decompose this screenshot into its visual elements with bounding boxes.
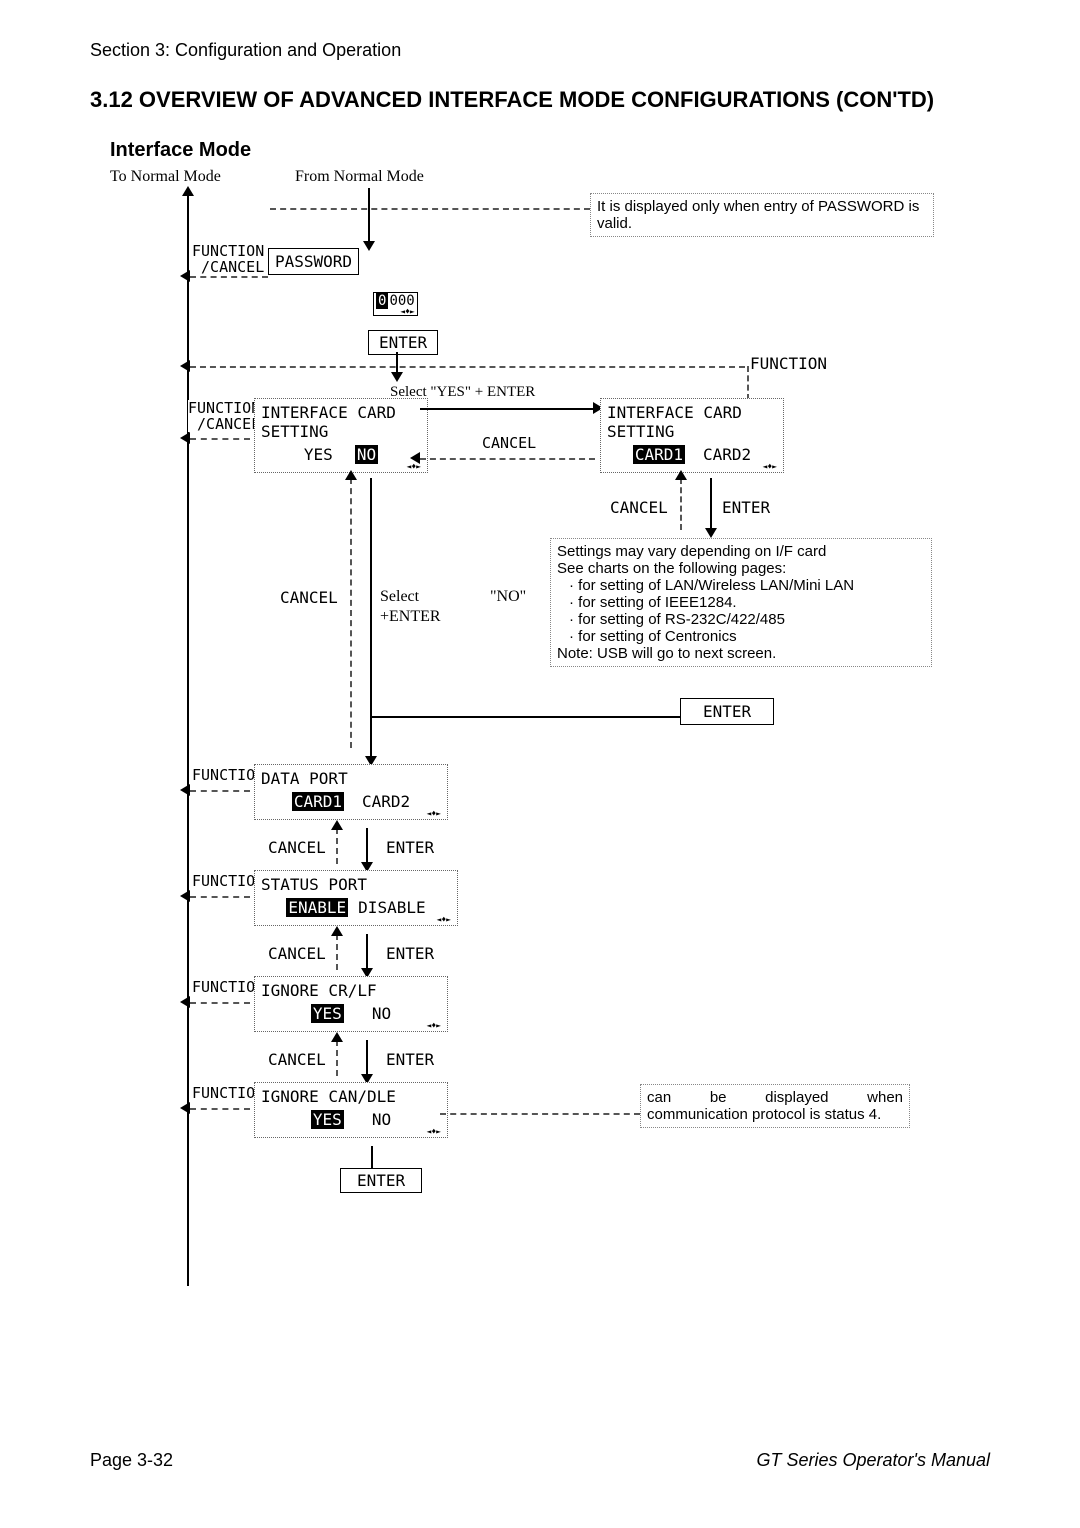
select-label: Select bbox=[380, 588, 419, 606]
can-dle-note: can be displayed when communication prot… bbox=[640, 1084, 910, 1128]
enter-label-r1: ENTER bbox=[722, 498, 770, 517]
zeros-box: 0000 ◄♦► bbox=[373, 292, 418, 316]
to-normal-label: To Normal Mode bbox=[110, 168, 221, 186]
enter-lbl-cr: ENTER bbox=[386, 1050, 434, 1069]
ignore-candle-box: IGNORE CAN/DLE YES NO ◄♦► bbox=[254, 1082, 448, 1138]
footer: Page 3-32 GT Series Operator's Manual bbox=[90, 1450, 990, 1471]
iface-left-box: INTERFACE CARD SETTING YES NO ◄♦► bbox=[254, 398, 428, 473]
iface-right-box: INTERFACE CARD SETTING CARD1 CARD2 ◄♦► bbox=[600, 398, 784, 473]
manual-name: GT Series Operator's Manual bbox=[756, 1450, 990, 1471]
func-cancel-label-2: FUNCTION /CANCEL bbox=[188, 400, 260, 432]
function-label-1: FUNCTION bbox=[750, 354, 827, 373]
cancel-label-r1: CANCEL bbox=[610, 498, 668, 517]
no-quoted-label: "NO" bbox=[490, 588, 526, 606]
enter-box-3: ENTER bbox=[340, 1168, 422, 1193]
enter-lbl-sp: ENTER bbox=[386, 944, 434, 963]
from-normal-label: From Normal Mode bbox=[295, 168, 424, 186]
plus-enter-label: +ENTER bbox=[380, 608, 441, 626]
enter-box-1: ENTER bbox=[368, 330, 438, 355]
ignore-crlf-box: IGNORE CR/LF YES NO ◄♦► bbox=[254, 976, 448, 1032]
password-box: PASSWORD bbox=[268, 248, 359, 275]
data-port-box: DATA PORT CARD1 CARD2 ◄♦► bbox=[254, 764, 448, 820]
func-cancel-label-1: FUNCTION /CANCEL bbox=[192, 243, 264, 275]
page-title: 3.12 OVERVIEW OF ADVANCED INTERFACE MODE… bbox=[90, 87, 990, 113]
subhead: Interface Mode bbox=[110, 139, 990, 162]
cancel-lbl-sp: CANCEL bbox=[268, 944, 326, 963]
settings-note: Settings may vary depending on I/F card … bbox=[550, 538, 932, 667]
enter-box-2: ENTER bbox=[680, 698, 774, 725]
cancel-lbl-dp: CANCEL bbox=[268, 838, 326, 857]
enter-lbl-dp: ENTER bbox=[386, 838, 434, 857]
section-path: Section 3: Configuration and Operation bbox=[90, 40, 990, 61]
cancel-lbl-cr: CANCEL bbox=[268, 1050, 326, 1069]
cancel-label-mid: CANCEL bbox=[482, 434, 536, 452]
status-port-box: STATUS PORT ENABLE DISABLE ◄♦► bbox=[254, 870, 458, 926]
password-note: It is displayed only when entry of PASSW… bbox=[590, 193, 934, 237]
cancel-label-mid2: CANCEL bbox=[280, 588, 338, 607]
page-number: Page 3-32 bbox=[90, 1450, 173, 1471]
flow-diagram: To Normal Mode From Normal Mode It is di… bbox=[90, 168, 990, 1298]
